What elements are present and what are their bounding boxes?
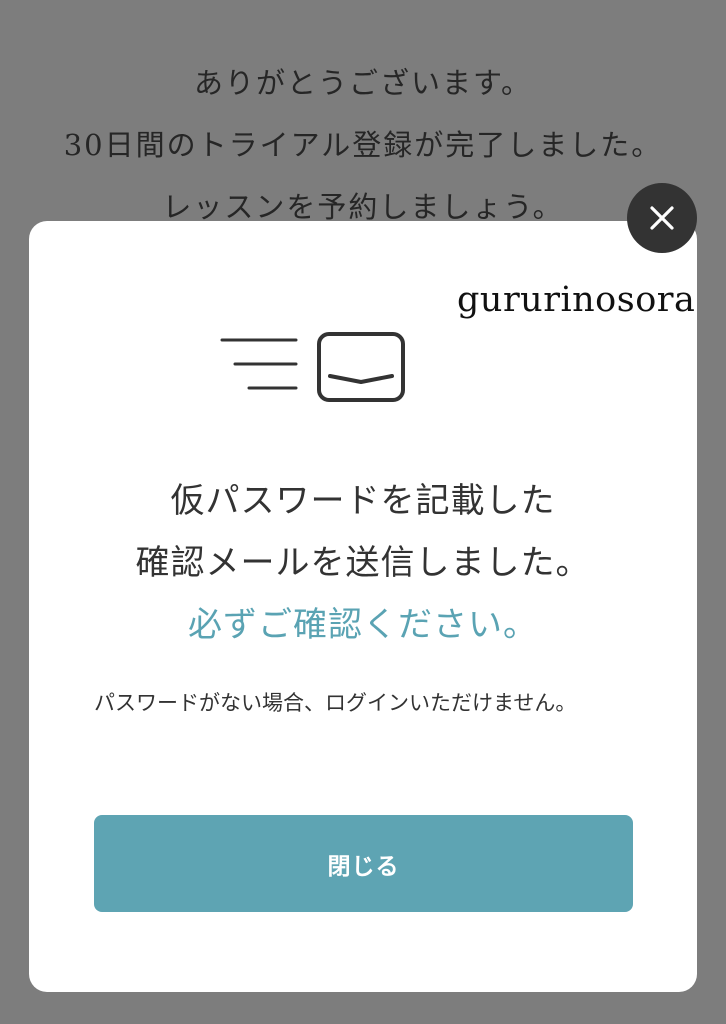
trial-complete-text: 30日間のトライアル登録が完了しました。 [63, 128, 663, 162]
password-note: パスワードがない場合、ログインいただけません。 [94, 691, 577, 715]
close-button[interactable]: 閉じる [94, 815, 633, 912]
background-message: ありがとうございます。 30日間のトライアル登録が完了しました。 レッスンを予約… [0, 52, 726, 238]
watermark: gururinosora [457, 280, 696, 320]
close-icon[interactable] [649, 205, 675, 231]
title-line-3: 必ずご確認ください。 [188, 605, 538, 645]
title-line-1: 仮パスワードを記載した [170, 481, 556, 521]
title-line-2: 確認メールを送信しました。 [135, 543, 591, 583]
modal-title: 仮パスワードを記載した 確認メールを送信しました。 必ずご確認ください。 [29, 470, 697, 656]
modal-close-button[interactable] [627, 183, 697, 253]
thank-you-text: ありがとうございます。 [193, 66, 533, 100]
mail-sent-icon [220, 330, 410, 408]
